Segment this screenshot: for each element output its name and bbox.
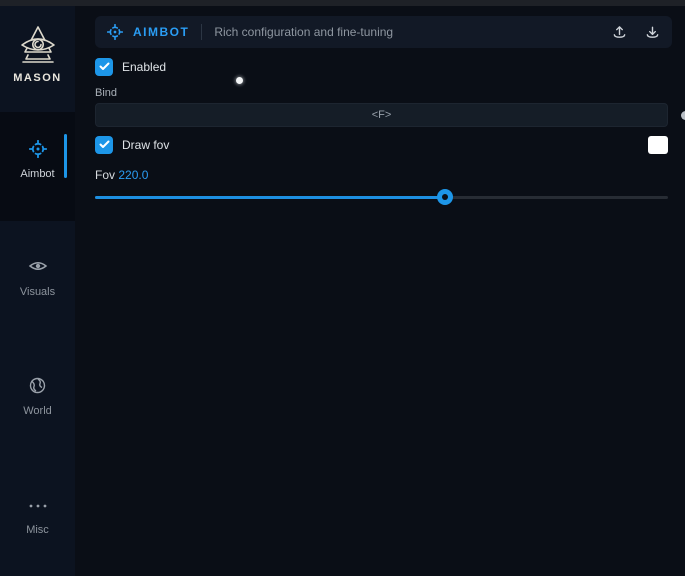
fov-slider[interactable]	[95, 189, 668, 205]
sidebar-item-label: Misc	[26, 524, 49, 536]
fov-label: Fov 220.0	[95, 168, 148, 182]
fov-value: 220.0	[118, 168, 148, 182]
check-icon	[99, 136, 110, 154]
sidebar: MASON Aimbot Visuals	[0, 6, 75, 576]
fov-label-text: Fov	[95, 168, 115, 182]
slider-fill	[95, 196, 445, 199]
sidebar-item-label: Visuals	[20, 286, 55, 298]
crosshair-icon	[107, 24, 123, 40]
bind-label: Bind	[95, 87, 117, 99]
slider-thumb[interactable]	[437, 189, 453, 205]
illuminati-eye-icon	[0, 22, 75, 68]
enabled-label: Enabled	[122, 60, 166, 74]
particle-dot	[236, 77, 243, 84]
fov-color-swatch[interactable]	[648, 136, 668, 154]
upload-icon[interactable]	[612, 25, 627, 40]
brand-logo: MASON	[0, 22, 75, 84]
draw-fov-label: Draw fov	[122, 138, 169, 152]
particle-dot	[681, 111, 685, 120]
sidebar-item-visuals[interactable]: Visuals	[0, 258, 75, 300]
page-title: AIMBOT	[133, 25, 189, 39]
download-icon[interactable]	[645, 25, 660, 40]
main-panel: AIMBOT Rich configuration and fine-tunin…	[75, 6, 685, 576]
draw-fov-checkbox[interactable]	[95, 136, 113, 154]
sidebar-item-aimbot[interactable]: Aimbot	[0, 140, 75, 182]
globe-icon	[0, 377, 75, 395]
page-header: AIMBOT Rich configuration and fine-tunin…	[95, 16, 672, 48]
enabled-row: Enabled	[95, 58, 166, 76]
sidebar-item-label: World	[23, 405, 52, 417]
sidebar-item-misc[interactable]: Misc	[0, 496, 75, 538]
ellipsis-icon	[0, 496, 75, 514]
check-icon	[99, 58, 110, 76]
enabled-checkbox[interactable]	[95, 58, 113, 76]
draw-fov-row: Draw fov	[95, 136, 169, 154]
sidebar-item-label: Aimbot	[20, 168, 54, 180]
bind-input[interactable]	[95, 103, 668, 127]
eye-icon	[0, 258, 75, 276]
crosshair-icon	[0, 140, 75, 158]
divider	[201, 24, 202, 40]
sidebar-item-world[interactable]: World	[0, 377, 75, 419]
page-subtitle: Rich configuration and fine-tuning	[214, 25, 594, 39]
brand-name: MASON	[0, 72, 75, 84]
